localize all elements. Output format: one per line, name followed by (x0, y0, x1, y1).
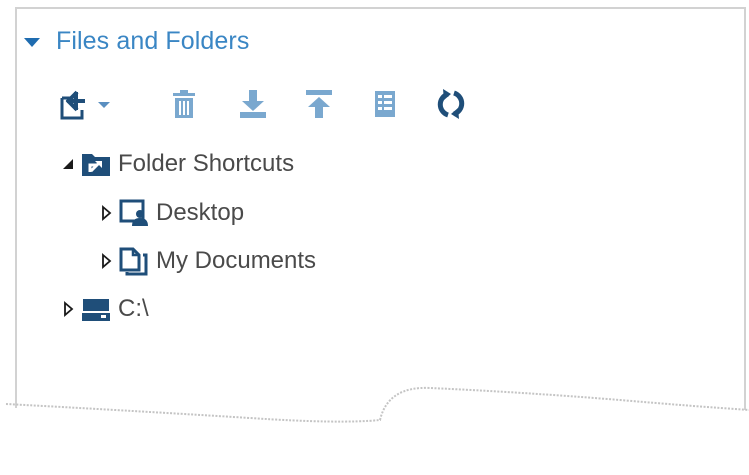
tree-node-folder-shortcuts[interactable]: Folder Shortcuts (60, 146, 294, 182)
tree-node-label: C:\ (118, 295, 149, 322)
collapsed-triangle-icon[interactable] (60, 299, 76, 319)
delete-button[interactable] (162, 86, 206, 122)
drive-icon (80, 293, 114, 325)
download-button[interactable] (231, 86, 275, 122)
tree-node-label: Desktop (156, 199, 245, 226)
panel-header[interactable]: Files and Folders (24, 24, 249, 58)
properties-icon (375, 91, 395, 117)
new-item-icon (60, 90, 110, 120)
expanded-triangle-icon[interactable] (60, 154, 76, 174)
new-item-menu-button[interactable] (58, 86, 120, 122)
panel-border (5, 7, 749, 423)
refresh-button[interactable] (429, 86, 473, 122)
upload-button[interactable] (297, 86, 341, 122)
collapse-caret-icon[interactable] (24, 37, 40, 47)
desktop-icon (118, 197, 152, 229)
toolbar (58, 84, 473, 124)
tree-node-c-drive[interactable]: C:\ (60, 291, 149, 327)
files-and-folders-pane: Files and Folders Folder Shortcuts Deskt… (0, 0, 749, 475)
trash-icon (173, 90, 195, 118)
folder-shortcut-icon (80, 148, 114, 180)
tree-node-label: Folder Shortcuts (118, 150, 295, 177)
documents-icon (118, 245, 152, 277)
download-icon (240, 90, 266, 118)
tree-node-label: My Documents (156, 247, 317, 274)
collapsed-triangle-icon[interactable] (98, 251, 114, 271)
refresh-icon (437, 89, 465, 119)
upload-icon (306, 90, 332, 118)
tree-node-my-documents[interactable]: My Documents (98, 243, 316, 279)
properties-button[interactable] (363, 86, 407, 122)
collapsed-triangle-icon[interactable] (98, 203, 114, 223)
tree-node-desktop[interactable]: Desktop (98, 195, 244, 231)
panel-title: Files and Folders (56, 26, 250, 55)
